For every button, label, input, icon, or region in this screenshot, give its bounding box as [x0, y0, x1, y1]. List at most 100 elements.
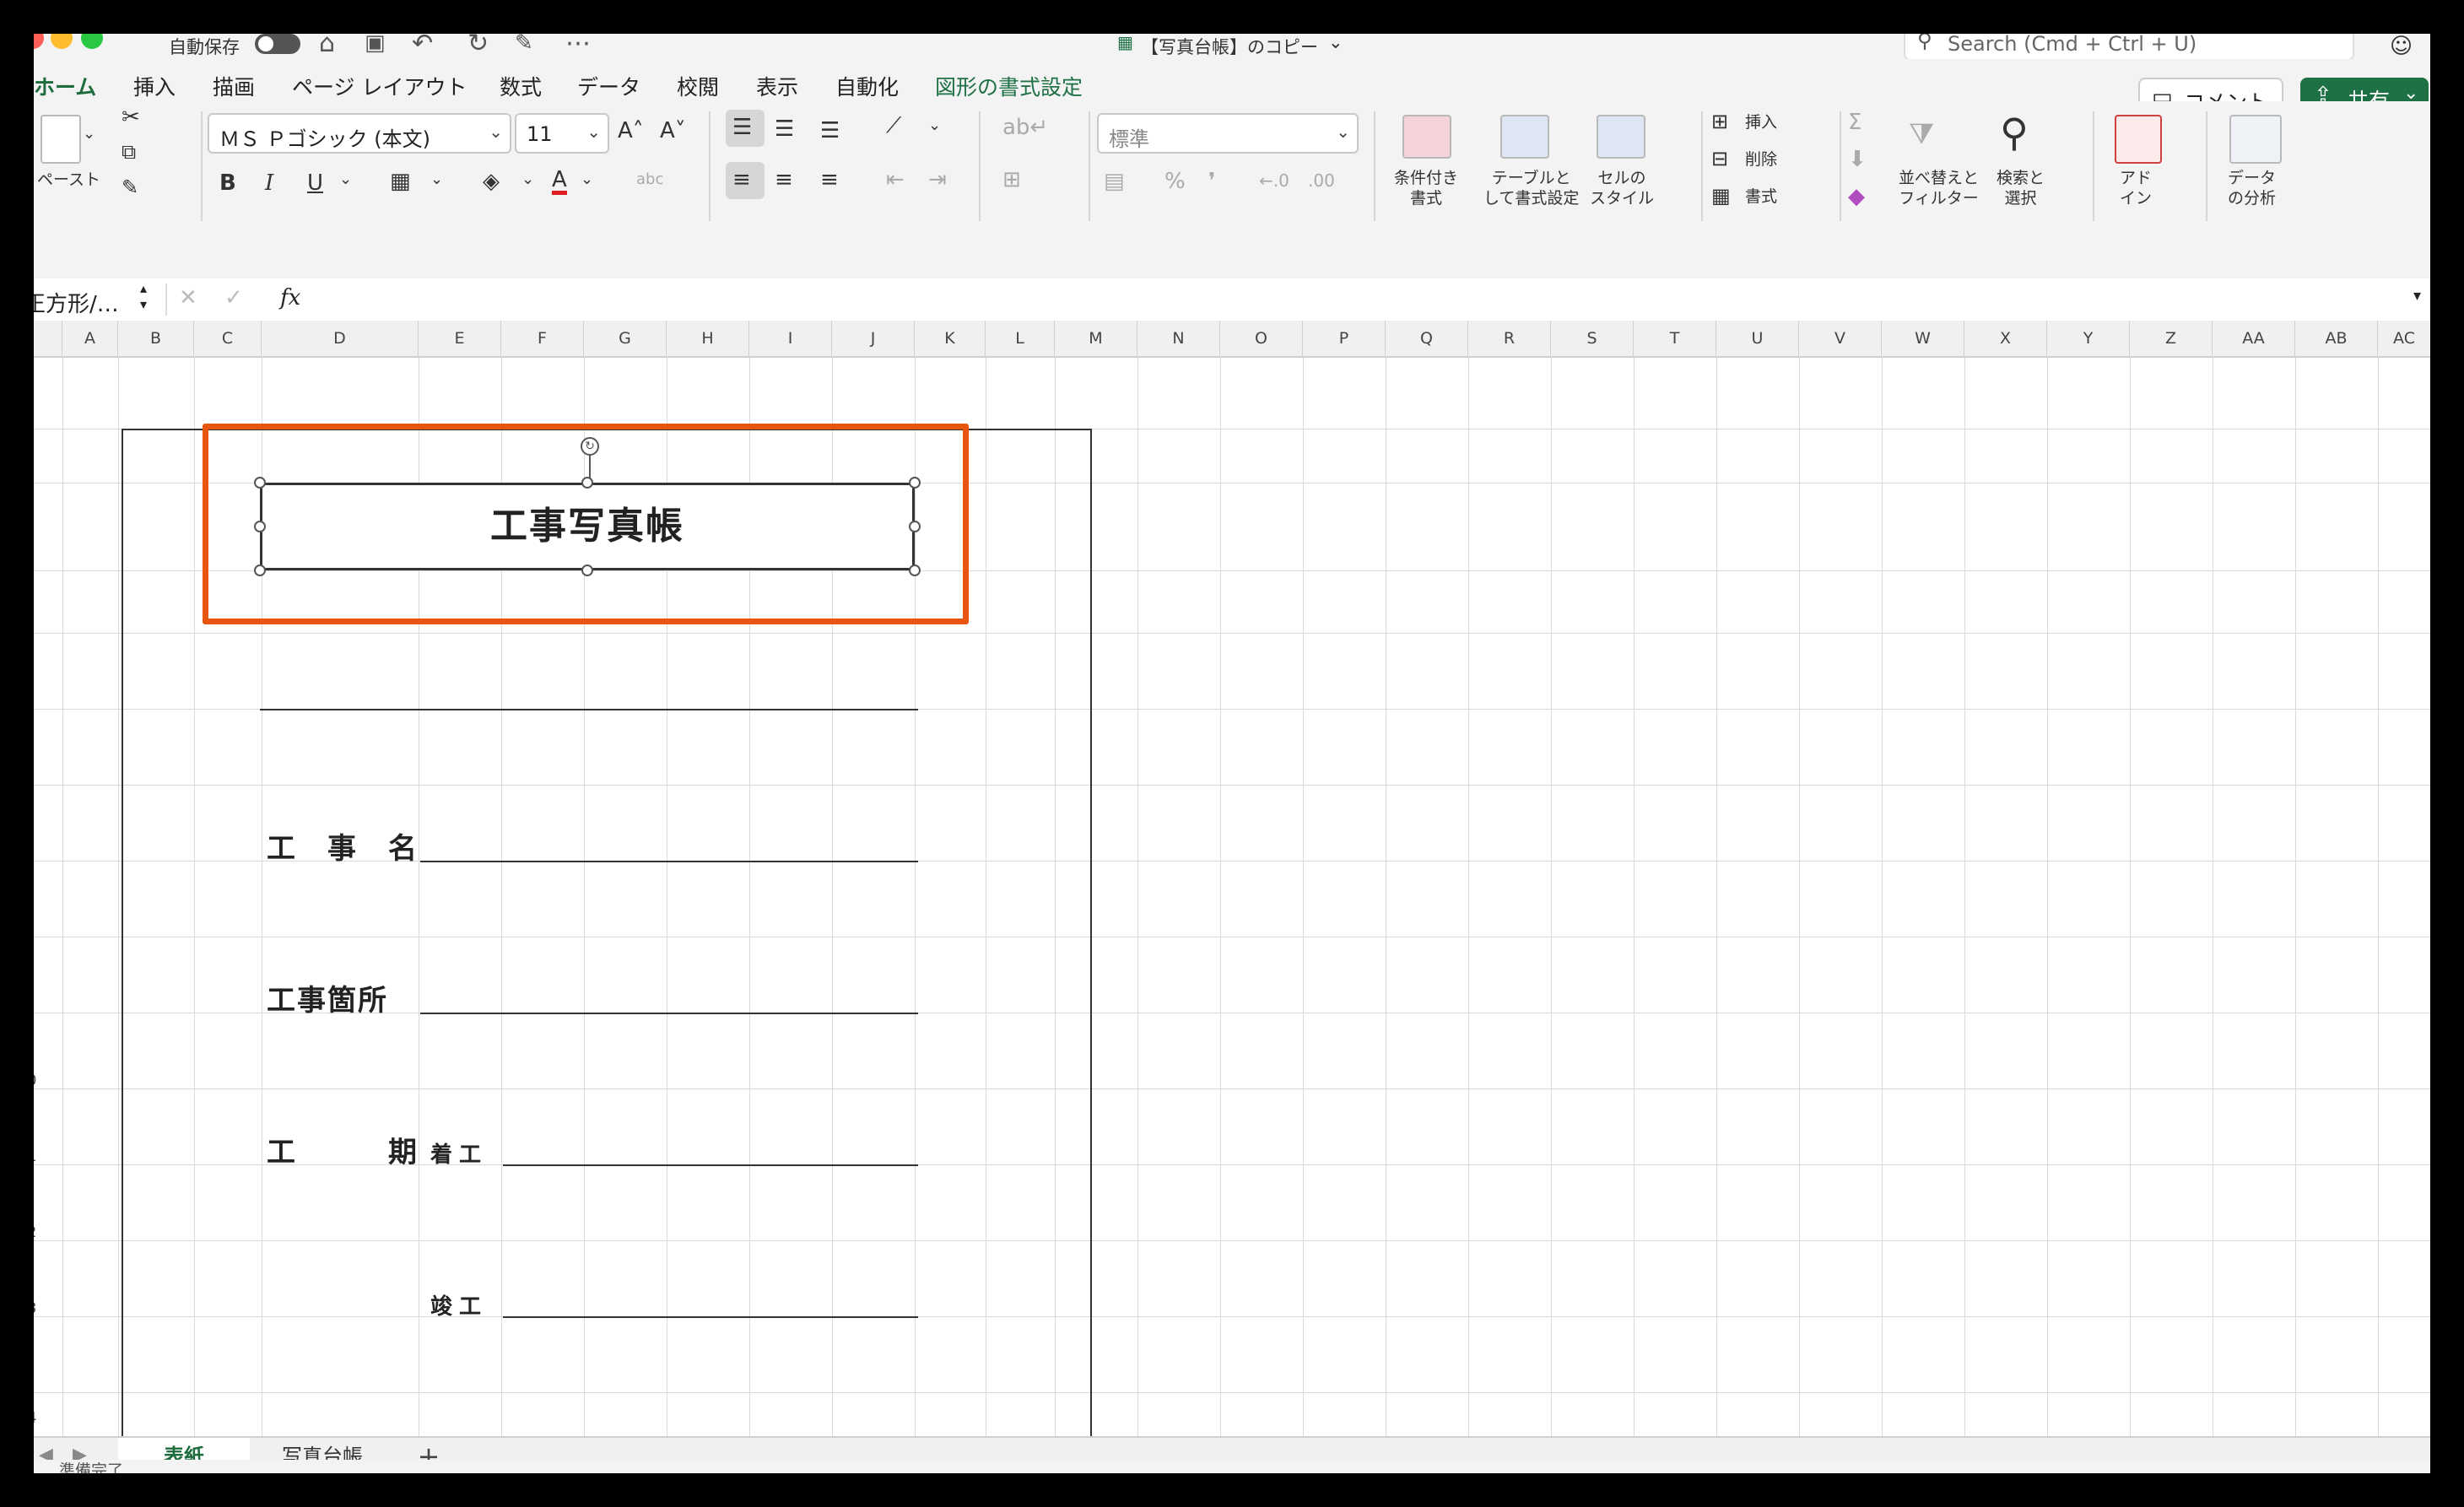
- find-select-icon[interactable]: ⚲: [2000, 113, 2029, 152]
- decrease-decimal-icon[interactable]: .00: [1308, 172, 1335, 189]
- column-header[interactable]: K: [915, 321, 986, 356]
- insert-cells-icon[interactable]: ⊞: [1711, 111, 1728, 132]
- align-left-icon[interactable]: ≡: [732, 169, 751, 191]
- more-icon[interactable]: ⋯: [565, 34, 591, 58]
- fill-icon[interactable]: ⬇: [1848, 149, 1867, 170]
- zoom-window-button[interactable]: [81, 34, 103, 49]
- insert-cells-label[interactable]: 挿入: [1745, 115, 1777, 131]
- column-header[interactable]: P: [1303, 321, 1386, 356]
- clear-icon[interactable]: ◆: [1848, 186, 1865, 208]
- italic-button[interactable]: I: [265, 172, 273, 194]
- tab-shape-format[interactable]: 図形の書式設定: [935, 71, 1083, 101]
- row-header[interactable]: 1: [34, 1148, 36, 1165]
- column-header[interactable]: J: [832, 321, 915, 356]
- chevron-down-icon[interactable]: ⌄: [928, 118, 941, 133]
- increase-decimal-icon[interactable]: ←.0: [1259, 172, 1289, 189]
- comma-icon[interactable]: ❜: [1208, 170, 1215, 192]
- tab-automate[interactable]: 自動化: [835, 71, 899, 101]
- underline-button[interactable]: U: [307, 172, 323, 194]
- decrease-font-icon[interactable]: A˅: [660, 120, 686, 142]
- autosum-icon[interactable]: Σ: [1848, 111, 1862, 133]
- column-header[interactable]: E: [419, 321, 501, 356]
- column-header[interactable]: AA: [2213, 321, 2295, 356]
- row-header[interactable]: 0: [34, 1072, 36, 1089]
- column-header[interactable]: AB: [2295, 321, 2378, 356]
- worksheet-grid[interactable]: 0 1 2 3 4 工 事 名 工事箇所 工 期 着工 竣工 ↻ 工事写真帳: [34, 356, 2430, 1436]
- chevron-down-icon[interactable]: ⌄: [1328, 34, 1343, 52]
- tab-home[interactable]: ホーム: [34, 71, 97, 110]
- column-header[interactable]: B: [118, 321, 194, 356]
- name-box-stepper-icon[interactable]: ▴ ▾: [140, 280, 147, 312]
- align-right-icon[interactable]: ≡: [820, 169, 839, 191]
- autosave-toggle[interactable]: [255, 34, 300, 54]
- cut-icon[interactable]: ✂: [122, 106, 140, 128]
- decrease-indent-icon[interactable]: ⇤: [886, 169, 905, 191]
- save-icon[interactable]: ▣: [365, 34, 386, 56]
- column-header[interactable]: AC: [2378, 321, 2430, 356]
- document-title[interactable]: 【写真台帳】のコピー: [1141, 34, 1318, 59]
- tab-data[interactable]: データ: [577, 71, 640, 101]
- column-header[interactable]: R: [1468, 321, 1551, 356]
- format-as-table-icon[interactable]: [1500, 115, 1549, 159]
- column-header[interactable]: U: [1716, 321, 1799, 356]
- column-header[interactable]: F: [501, 321, 584, 356]
- tab-page-layout[interactable]: ページ レイアウト: [292, 71, 467, 101]
- column-header[interactable]: H: [667, 321, 749, 356]
- align-middle-icon[interactable]: ☰: [775, 118, 794, 140]
- align-bottom-icon[interactable]: ☰: [820, 120, 840, 142]
- customize-icon[interactable]: ✎: [515, 34, 533, 56]
- search-input[interactable]: ⚲ Search (Cmd + Ctrl + U): [1904, 34, 2354, 61]
- row-header[interactable]: 3: [34, 1299, 36, 1317]
- tab-view[interactable]: 表示: [756, 71, 798, 101]
- expand-formula-icon[interactable]: ▾: [2413, 287, 2421, 305]
- home-icon[interactable]: ⌂: [319, 34, 335, 58]
- column-header[interactable]: C: [194, 321, 262, 356]
- column-header[interactable]: S: [1551, 321, 1634, 356]
- column-header[interactable]: A: [62, 321, 118, 356]
- currency-icon[interactable]: ▤: [1104, 170, 1125, 192]
- chevron-down-icon[interactable]: ⌄: [83, 127, 95, 142]
- minimize-window-button[interactable]: [51, 34, 73, 49]
- format-cells-icon[interactable]: ▦: [1711, 186, 1731, 206]
- column-header[interactable]: N: [1137, 321, 1220, 356]
- borders-icon[interactable]: ▦: [390, 170, 411, 192]
- wrap-text-icon[interactable]: ab↵: [1002, 116, 1048, 138]
- tab-insert[interactable]: 挿入: [133, 71, 176, 101]
- font-size-dropdown[interactable]: 11 ⌄: [515, 113, 609, 154]
- column-header[interactable]: Q: [1386, 321, 1468, 356]
- close-window-button[interactable]: [34, 34, 44, 49]
- percent-icon[interactable]: %: [1164, 170, 1186, 192]
- analyze-data-icon[interactable]: [2229, 115, 2282, 164]
- name-box[interactable]: 正方形/…: [34, 287, 119, 318]
- phonetic-icon[interactable]: abc: [636, 172, 663, 187]
- insert-function-button[interactable]: fx: [280, 285, 300, 311]
- number-format-dropdown[interactable]: 標準 ⌄: [1097, 113, 1359, 154]
- cancel-icon[interactable]: ✕: [179, 285, 197, 311]
- column-header[interactable]: T: [1634, 321, 1716, 356]
- copy-icon[interactable]: ⧉: [122, 142, 136, 162]
- column-header[interactable]: Z: [2130, 321, 2213, 356]
- align-center-icon[interactable]: ≡: [775, 169, 793, 191]
- delete-cells-label[interactable]: 削除: [1745, 152, 1777, 168]
- merge-center-icon[interactable]: ⊞: [1002, 169, 1021, 191]
- conditional-format-icon[interactable]: [1402, 115, 1451, 159]
- chevron-down-icon[interactable]: ⌄: [521, 172, 534, 187]
- cell-styles-icon[interactable]: [1597, 115, 1645, 159]
- column-header[interactable]: V: [1799, 321, 1882, 356]
- row-header[interactable]: 4: [34, 1409, 36, 1427]
- paste-icon[interactable]: [41, 115, 81, 164]
- row-header[interactable]: 2: [34, 1223, 36, 1241]
- column-header[interactable]: O: [1220, 321, 1303, 356]
- addins-icon[interactable]: [2115, 115, 2162, 164]
- enter-icon[interactable]: ✓: [224, 285, 243, 311]
- fill-color-icon[interactable]: ◈: [483, 170, 500, 192]
- tab-review[interactable]: 校閲: [677, 71, 719, 101]
- column-header[interactable]: Y: [2047, 321, 2130, 356]
- font-name-dropdown[interactable]: ＭＳ Ｐゴシック (本文) ⌄: [208, 113, 511, 154]
- column-header[interactable]: I: [749, 321, 832, 356]
- increase-indent-icon[interactable]: ⇥: [928, 169, 947, 191]
- increase-font-icon[interactable]: A˄: [618, 120, 644, 142]
- column-header[interactable]: X: [1964, 321, 2047, 356]
- chevron-down-icon[interactable]: ⌄: [339, 172, 352, 187]
- chevron-down-icon[interactable]: ⌄: [430, 172, 443, 187]
